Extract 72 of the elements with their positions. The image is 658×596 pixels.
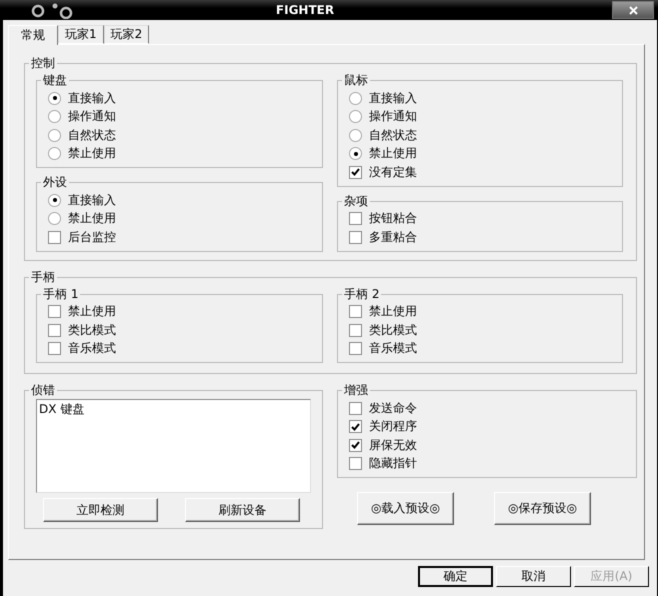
preset-button[interactable]: ◎载入预设◎	[357, 492, 454, 525]
radio-button[interactable]	[48, 212, 61, 226]
option-label: 禁止使用	[369, 303, 417, 320]
checkbox[interactable]	[48, 230, 61, 244]
close-button[interactable]	[612, 1, 654, 19]
group-title: 手柄	[30, 268, 56, 286]
radio-button[interactable]	[48, 128, 61, 142]
checkbox[interactable]	[48, 342, 61, 356]
checkbox[interactable]	[349, 324, 362, 337]
group-title: 控制	[30, 55, 56, 72]
option-label: 直接输入	[68, 90, 116, 107]
checkbox[interactable]	[349, 420, 362, 434]
checkbox[interactable]	[349, 166, 362, 179]
option-label: 音乐模式	[369, 340, 417, 358]
checkbox[interactable]	[48, 305, 61, 318]
action-button[interactable]: 立即检测	[43, 498, 158, 522]
option-label: 按钮粘合	[369, 210, 417, 228]
radio-button[interactable]	[349, 92, 362, 105]
checkbox[interactable]	[349, 212, 362, 226]
action-button[interactable]: 刷新设备	[185, 498, 300, 522]
group-title: 增强	[343, 382, 369, 399]
checkbox[interactable]	[48, 324, 61, 337]
option-label: 类比模式	[68, 322, 116, 339]
option-label: 禁止使用	[68, 210, 116, 228]
group-title: 外设	[42, 174, 68, 191]
option-label: 后台监控	[68, 228, 116, 246]
option-label: 操作通知	[369, 108, 417, 126]
dialog-button[interactable]: 取消	[496, 566, 571, 587]
group-title: 侦错	[30, 382, 56, 399]
radio-button[interactable]	[48, 194, 61, 207]
option-label: 音乐模式	[68, 340, 116, 358]
checkbox[interactable]	[349, 305, 362, 318]
option-label: 屏保无效	[369, 436, 417, 454]
group-title: 手柄 2	[343, 286, 380, 302]
option-label: 自然状态	[68, 126, 116, 144]
option-label: 隐藏指针	[369, 455, 417, 472]
radio-button[interactable]	[349, 110, 362, 124]
option-label: 直接输入	[68, 192, 116, 209]
checkbox[interactable]	[349, 230, 362, 244]
group-title: 键盘	[42, 72, 68, 89]
tab[interactable]: 玩家1	[58, 25, 104, 44]
checkbox[interactable]	[349, 342, 362, 356]
option-label: 自然状态	[369, 126, 417, 144]
radio-button[interactable]	[48, 110, 61, 124]
checkbox[interactable]	[349, 438, 362, 452]
radio-button[interactable]	[48, 92, 61, 105]
option-label: 直接输入	[369, 90, 417, 107]
option-label: 禁止使用	[68, 303, 116, 320]
option-label: 关闭程序	[369, 418, 417, 436]
radio-button[interactable]	[349, 128, 362, 142]
option-label: 禁止使用	[369, 145, 417, 162]
group-title: 杂项	[343, 192, 369, 210]
device-list[interactable]: DX 键盘	[36, 399, 311, 493]
checkbox[interactable]	[349, 402, 362, 415]
option-label: 类比模式	[369, 322, 417, 339]
close-icon	[628, 6, 638, 14]
group-title: 鼠标	[343, 72, 369, 89]
tab[interactable]: 玩家2	[104, 25, 150, 44]
group-title: 手柄 1	[42, 286, 80, 302]
radio-button[interactable]	[349, 147, 362, 160]
checkbox[interactable]	[349, 457, 362, 470]
preset-button[interactable]: ◎保存预设◎	[494, 492, 591, 525]
list-item[interactable]: DX 键盘	[39, 401, 308, 418]
option-label: 多重粘合	[369, 228, 417, 246]
radio-button[interactable]	[48, 147, 61, 160]
window-title: FIGHTER	[276, 3, 336, 17]
option-label: 禁止使用	[68, 145, 116, 162]
dialog-button[interactable]: 确定	[418, 566, 493, 587]
option-label: 操作通知	[68, 108, 116, 126]
tab[interactable]: 常规	[8, 25, 58, 45]
option-label: 发送命令	[369, 400, 417, 417]
option-label: 没有定集	[369, 164, 417, 181]
